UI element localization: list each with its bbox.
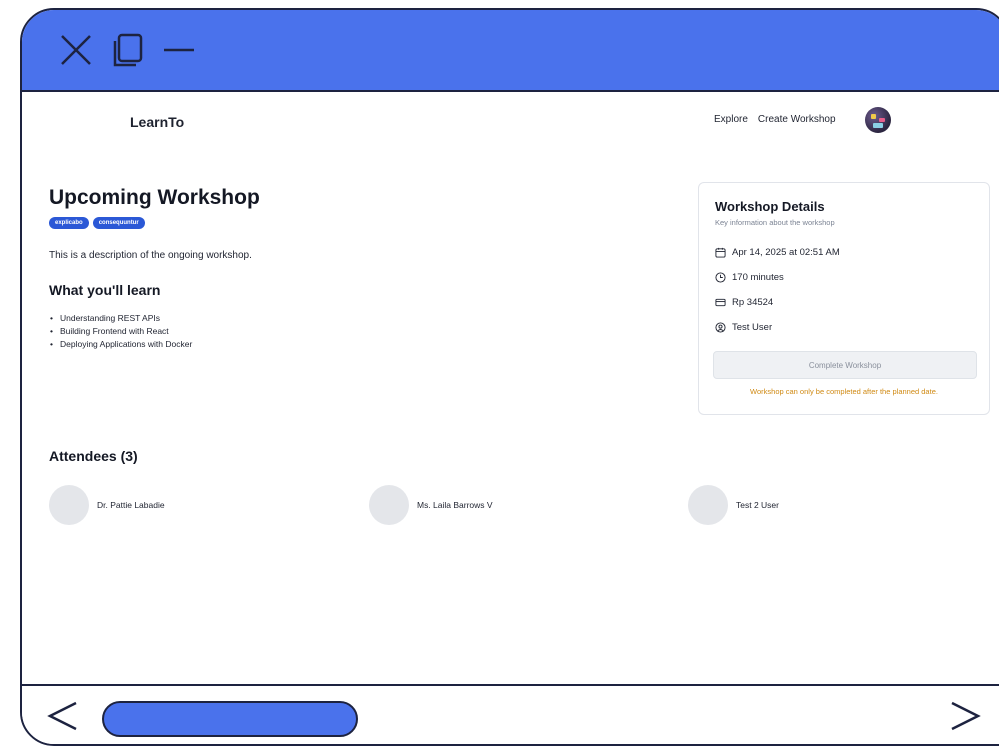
scroll-left-icon[interactable] — [44, 700, 84, 732]
list-item: Building Frontend with React — [50, 326, 192, 336]
attendee-name: Test 2 User — [736, 500, 779, 510]
attendee-name: Ms. Laila Barrows V — [417, 500, 493, 510]
browser-window: LearnTo Explore Create Workshop Upcoming… — [20, 8, 999, 746]
nav-create-workshop[interactable]: Create Workshop — [758, 114, 836, 125]
card-subtitle: Key information about the workshop — [715, 218, 835, 227]
price-value: Rp 34524 — [732, 297, 774, 308]
page-title: Upcoming Workshop — [49, 186, 260, 209]
scroll-right-icon[interactable] — [944, 700, 984, 732]
maximize-icon[interactable] — [110, 32, 146, 68]
learn-heading: What you'll learn — [49, 282, 161, 298]
attendee-item: Dr. Pattie Labadie — [49, 485, 165, 525]
close-icon[interactable] — [58, 32, 94, 68]
top-nav: Explore Create Workshop — [714, 114, 836, 125]
duration-value: 170 minutes — [732, 272, 784, 283]
page-content: LearnTo Explore Create Workshop Upcoming… — [22, 92, 999, 684]
host-value: Test User — [732, 322, 773, 333]
brand-logo[interactable]: LearnTo — [130, 114, 184, 130]
tag-badge: explicabo — [49, 217, 89, 229]
tag-badge: consequuntur — [92, 217, 145, 229]
attendee-item: Test 2 User — [688, 485, 779, 525]
attendee-name: Dr. Pattie Labadie — [97, 500, 165, 510]
list-item: Understanding REST APIs — [50, 313, 192, 323]
date-row: Apr 14, 2025 at 02:51 AM — [715, 247, 840, 258]
attendees-heading: Attendees (3) — [49, 448, 138, 464]
price-row: Rp 34524 — [715, 297, 773, 308]
workshop-details-card: Workshop Details Key information about t… — [698, 182, 990, 415]
avatar — [49, 485, 89, 525]
credit-card-icon — [715, 298, 726, 307]
title-bar — [22, 10, 999, 92]
minimize-icon[interactable] — [160, 32, 196, 68]
avatar — [369, 485, 409, 525]
clock-icon — [715, 272, 726, 283]
avatar — [688, 485, 728, 525]
list-item: Deploying Applications with Docker — [50, 339, 192, 349]
date-value: Apr 14, 2025 at 02:51 AM — [732, 247, 840, 258]
completion-warning: Workshop can only be completed after the… — [750, 387, 938, 396]
duration-row: 170 minutes — [715, 272, 784, 283]
learn-list: Understanding REST APIs Building Fronten… — [50, 313, 192, 352]
workshop-description: This is a description of the ongoing wor… — [49, 250, 252, 261]
tag-list: explicabo consequuntur — [49, 217, 145, 229]
user-avatar[interactable] — [865, 107, 891, 133]
complete-workshop-button[interactable]: Complete Workshop — [713, 351, 977, 379]
attendee-item: Ms. Laila Barrows V — [369, 485, 493, 525]
host-row: Test User — [715, 322, 772, 333]
scrollbar-thumb[interactable] — [102, 701, 358, 737]
scroll-bar — [22, 684, 999, 744]
nav-explore[interactable]: Explore — [714, 114, 748, 125]
card-title: Workshop Details — [715, 199, 825, 214]
calendar-icon — [715, 247, 726, 258]
user-circle-icon — [715, 322, 726, 333]
